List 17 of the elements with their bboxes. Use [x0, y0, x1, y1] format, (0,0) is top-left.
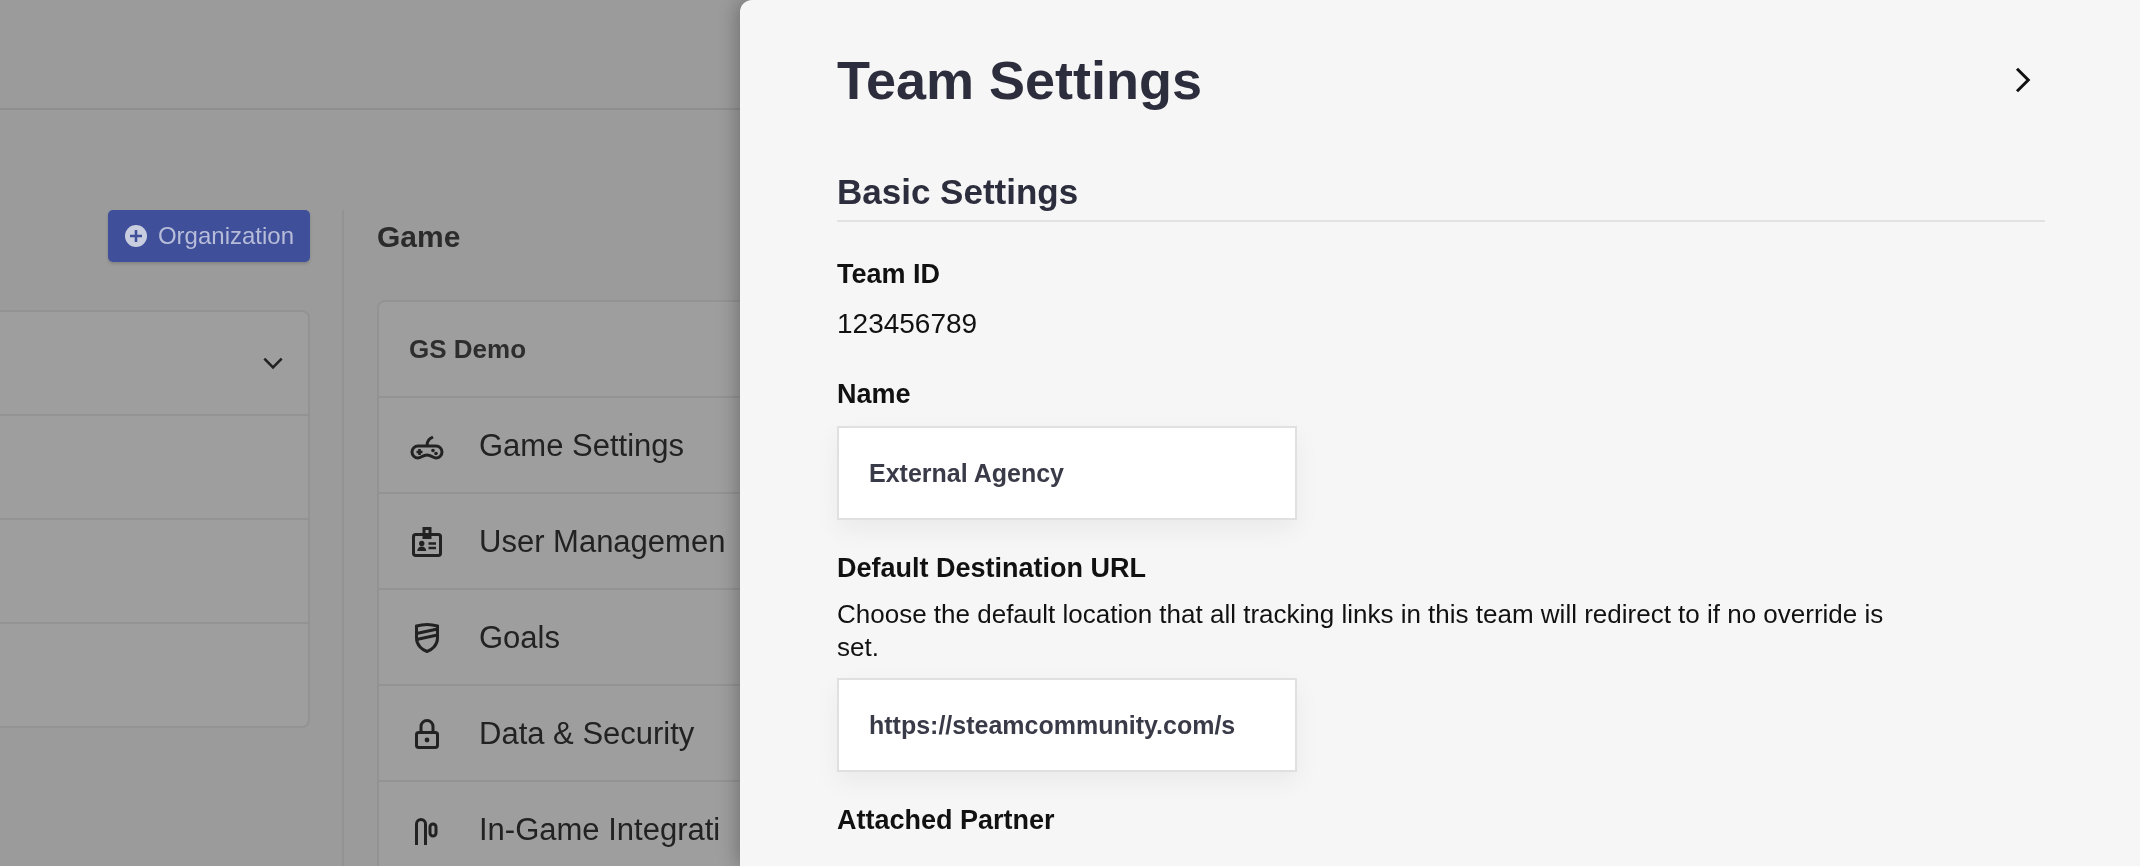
input-field[interactable]: https://steamcommunity.com/s — [837, 678, 1297, 772]
field-label: Default Destination URL — [837, 552, 1147, 585]
menu-item[interactable]: Data & Security — [479, 716, 695, 752]
menu-item[interactable]: Game Settings — [479, 428, 685, 464]
menu-item[interactable]: Goals — [479, 620, 560, 656]
id-badge-icon — [409, 524, 445, 560]
section-title: Basic Settings — [837, 172, 2045, 222]
panel-title: Team Settings — [837, 49, 1203, 112]
menu-item[interactable]: In-Game Integrati — [479, 812, 721, 848]
field-description: Choose the default location that all tracking links in this team will redirect to if no override is set. — [837, 598, 1885, 664]
section-heading: Game — [377, 219, 461, 255]
field-label: Attached Partner — [837, 804, 1056, 837]
organization-button[interactable]: Organization — [107, 210, 310, 262]
field-label: Team ID — [837, 258, 942, 291]
input-field[interactable]: External Agency — [837, 426, 1297, 520]
plus-circle-icon — [123, 224, 148, 248]
menu-item[interactable]: User Managemen — [479, 524, 726, 560]
